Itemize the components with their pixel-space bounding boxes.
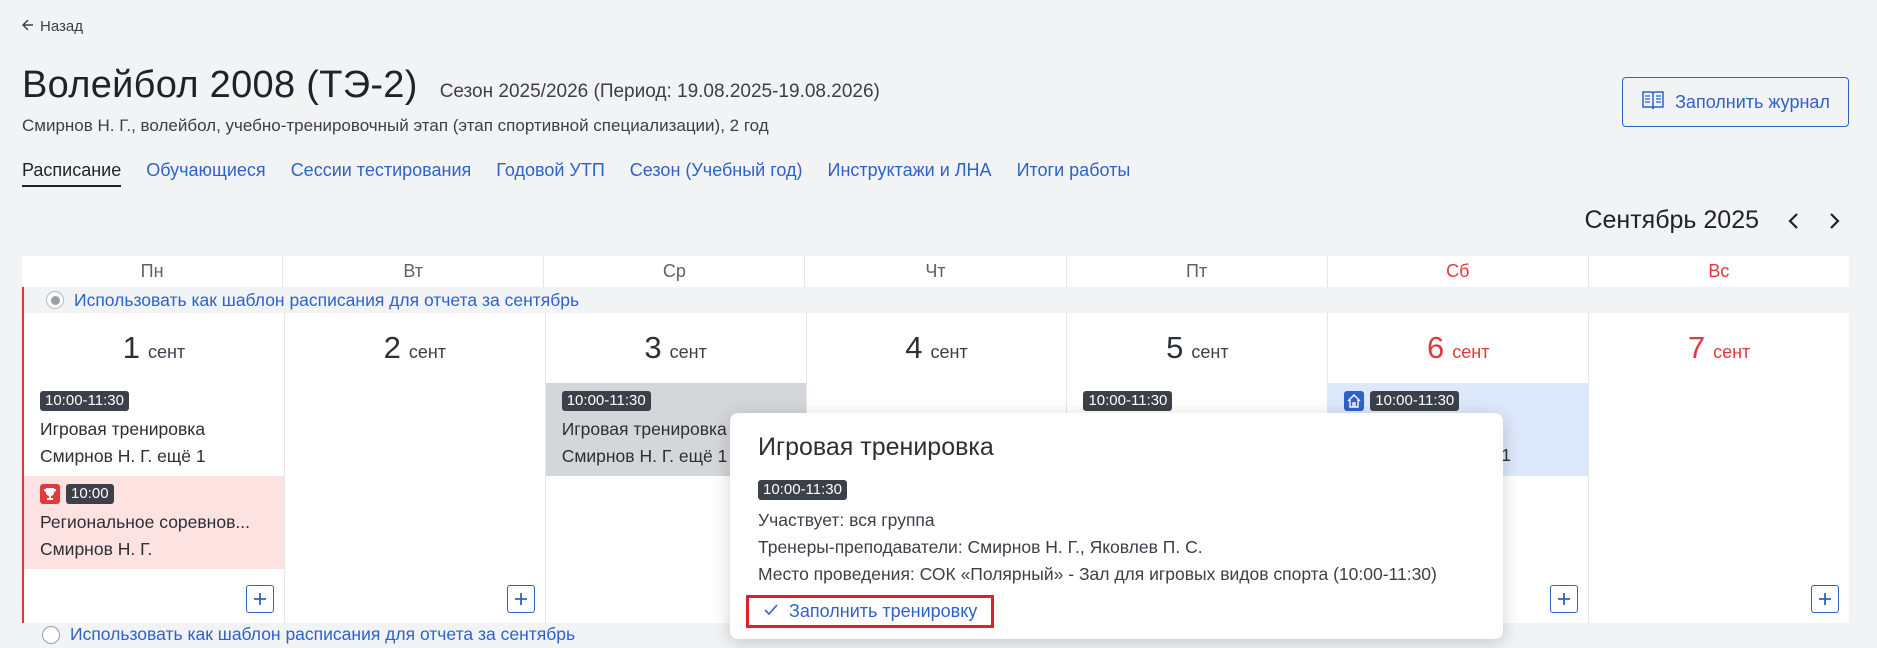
season-info: Сезон 2025/2026 (Период: 19.08.2025-19.0… [439,81,880,102]
day-number: 4 [905,330,923,365]
day-number: 1 [122,330,140,365]
day-cell: 7 сент [1589,313,1850,623]
month-label: Сентябрь 2025 [1584,206,1759,234]
day-month: сент [669,341,707,362]
chevron-right-icon[interactable] [1823,210,1845,232]
weekday-fri: Пт [1067,256,1328,287]
popup-place: Место проведения: СОК «Полярный» - Зал д… [758,564,1437,584]
tab-schedule[interactable]: Расписание [22,160,122,187]
event-coach: Смирнов Н. Г. ещё 1 [40,446,206,466]
tab-students[interactable]: Обучающиеся [146,160,265,187]
tab-results[interactable]: Итоги работы [1017,160,1131,187]
weekday-thu: Чт [805,256,1067,287]
template-label[interactable]: Использовать как шаблон расписания для о… [74,290,579,311]
weekday-sat: Сб [1328,256,1589,287]
day-number: 5 [1166,330,1184,365]
day-month: сент [408,341,447,362]
time-badge: 10:00-11:30 [1370,391,1460,411]
arrow-left-icon [22,18,34,35]
plus-icon [514,593,527,605]
fill-journal-button[interactable]: Заполнить журнал [1622,77,1849,127]
add-event-button[interactable] [1550,585,1579,613]
plus-icon [253,593,266,605]
day-month: сент [1713,341,1751,362]
fill-training-label: Заполнить тренировку [789,601,978,621]
tab-testing-sessions[interactable]: Сессии тестирования [291,160,472,187]
chevron-left-icon[interactable] [1783,210,1805,232]
trophy-icon [40,484,60,504]
popup-participants: Участвует: вся группа [758,510,935,530]
group-subtitle: Смирнов Н. Г., волейбол, учебно-трениров… [22,116,769,135]
page-title: Волейбол 2008 (ТЭ-2) [22,64,418,106]
tab-briefings[interactable]: Инструктажи и ЛНА [828,160,992,187]
weekday-tue: Вт [283,256,545,287]
popup-title: Игровая тренировка [758,433,994,461]
tab-season[interactable]: Сезон (Учебный год) [630,160,803,187]
event-name: Игровая тренировка [40,419,206,439]
event-training[interactable]: 10:00-11:30 Игровая тренировка Смирнов Н… [24,383,284,476]
template-radio[interactable] [42,625,60,644]
weekday-mon: Пн [22,256,284,287]
event-coach: Смирнов Н. Г. [40,539,153,559]
day-month: сент [930,341,968,362]
time-badge: 10:00-11:30 [1083,391,1173,411]
radio-dot [50,295,60,305]
time-badge: 10:00-11:30 [561,391,651,411]
fill-journal-label: Заполнить журнал [1675,91,1830,112]
template-option-week2: Использовать как шаблон расписания для о… [42,624,575,645]
day-cell: 1 сент 10:00-11:30 Игровая тренировка См… [24,313,285,623]
event-popup: Игровая тренировка 10:00-11:30 Участвует… [730,413,1503,639]
popup-time-badge: 10:00-11:30 [758,480,847,500]
journal-icon [1641,89,1665,116]
day-number: 2 [383,330,401,365]
day-month: сент [147,341,186,362]
time-badge: 10:00 [66,484,114,504]
weekday-header: Пн Вт Ср Чт Пт Сб Вс [22,256,1849,287]
back-label: Назад [40,18,83,35]
back-link[interactable]: Назад [22,18,83,35]
day-number: 3 [644,330,662,365]
weekday-wed: Ср [544,256,806,287]
template-option-week1: Использовать как шаблон расписания для о… [22,287,1849,313]
plus-icon [1819,593,1832,605]
plus-icon [1558,593,1571,605]
day-cell: 2 сент [284,313,546,623]
tabs-bar: Расписание Обучающиеся Сессии тестирован… [22,160,1130,187]
weekday-sun: Вс [1708,261,1730,281]
day-month: сент [1191,341,1229,362]
add-event-button[interactable] [506,585,535,613]
add-event-button[interactable] [1811,585,1840,613]
check-icon [763,601,779,622]
time-badge: 10:00-11:30 [40,391,129,411]
fill-training-button[interactable]: Заполнить тренировку [746,595,995,628]
popup-coaches: Тренеры-преподаватели: Смирнов Н. Г., Як… [758,537,1203,557]
day-month: сент [1452,341,1490,362]
event-name: Региональное соревнов... [40,512,250,532]
event-competition[interactable]: 10:00 Региональное соревнов... Смирнов Н… [24,476,284,569]
home-icon [1344,391,1365,411]
tab-annual-plan[interactable]: Годовой УТП [496,160,604,187]
template-label[interactable]: Использовать как шаблон расписания для о… [70,624,575,645]
day-number: 6 [1427,330,1445,365]
template-radio[interactable] [46,291,64,309]
day-number: 7 [1687,330,1706,365]
add-event-button[interactable] [245,585,274,613]
month-navigation: Сентябрь 2025 [1584,206,1845,235]
